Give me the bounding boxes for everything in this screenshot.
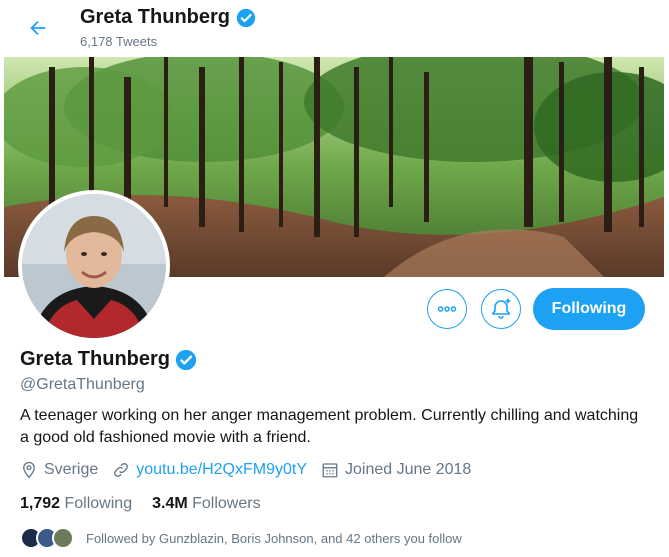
join-date-text: Joined June 2018	[345, 461, 472, 478]
followed-by-text: Followed by Gunzblazin, Boris Johnson, a…	[86, 530, 462, 546]
calendar-icon	[322, 463, 338, 478]
tweet-count: 6,178 Tweets	[80, 34, 158, 49]
followed-by[interactable]: Followed by Gunzblazin, Boris Johnson, a…	[20, 527, 462, 549]
avatar-image	[22, 194, 166, 338]
website[interactable]: youtu.be/H2QxFM9y0tY	[112, 461, 307, 479]
back-button[interactable]	[22, 12, 54, 44]
more-options-button[interactable]	[427, 289, 467, 329]
followed-by-avatars	[20, 527, 74, 549]
location: Sverige	[20, 461, 98, 479]
back-arrow-icon	[30, 20, 46, 36]
following-stat[interactable]: 1,792 Following	[20, 495, 132, 513]
profile-stats: 1,792 Following 3.4M Followers	[20, 495, 281, 513]
following-count: 1,792	[20, 495, 61, 512]
join-date: Joined June 2018	[321, 461, 471, 479]
location-text: Sverige	[44, 461, 99, 478]
profile-meta: Sverige youtu.be/H2QxFM9y0tY Joined June…	[20, 461, 485, 479]
verified-badge-icon	[236, 8, 256, 27]
followers-label: Followers	[192, 495, 261, 512]
link-icon	[114, 463, 129, 477]
following-label: Following	[64, 495, 133, 512]
mini-avatar	[52, 527, 74, 549]
profile-handle: @GretaThunberg	[20, 376, 145, 393]
profile-name-text: Greta Thunberg	[20, 348, 171, 370]
website-link[interactable]: youtu.be/H2QxFM9y0tY	[136, 461, 307, 479]
header-title: Greta Thunberg	[80, 6, 256, 29]
profile-avatar[interactable]	[18, 190, 170, 342]
location-icon	[23, 461, 35, 479]
verified-badge-icon	[175, 349, 197, 370]
profile-bio: A teenager working on her anger manageme…	[20, 407, 639, 446]
notifications-button[interactable]	[481, 289, 521, 329]
notification-bell-icon	[492, 298, 511, 319]
avatar-photo	[22, 194, 166, 338]
followers-count: 3.4M	[152, 495, 188, 512]
more-icon	[437, 306, 457, 312]
header-title-text: Greta Thunberg	[80, 6, 231, 28]
followers-stat[interactable]: 3.4M Followers	[152, 495, 261, 513]
profile-name: Greta Thunberg	[20, 348, 197, 371]
following-button[interactable]: Following	[533, 288, 645, 330]
profile-header: Greta Thunberg 6,178 Tweets	[0, 0, 669, 57]
